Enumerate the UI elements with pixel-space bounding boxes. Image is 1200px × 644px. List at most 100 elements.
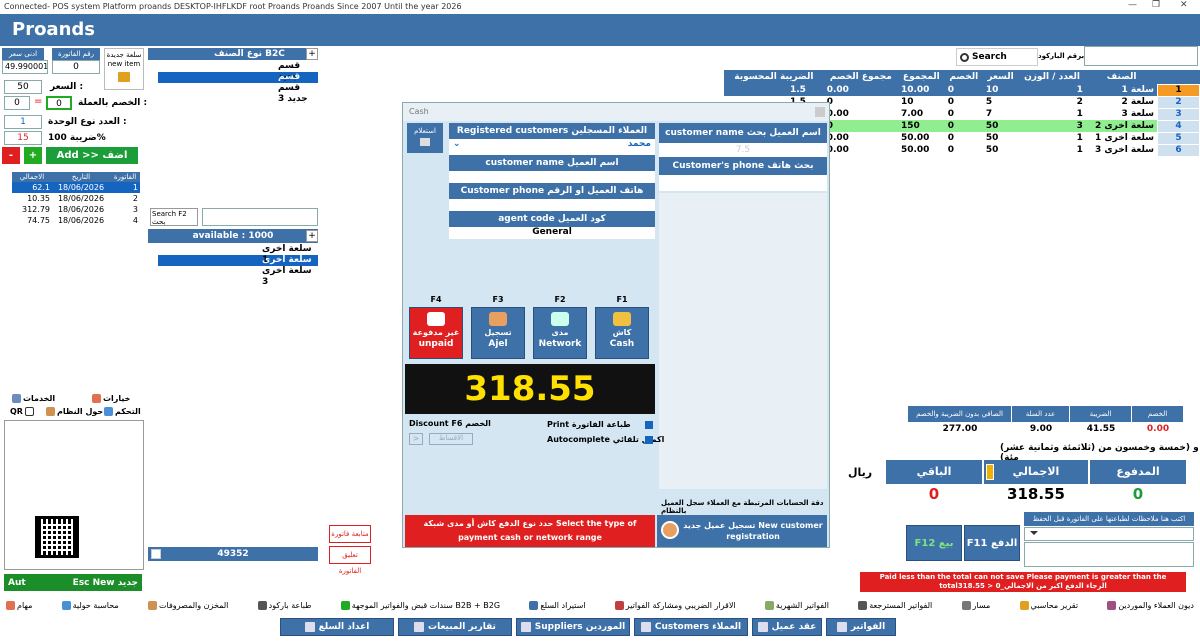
unit-count-input[interactable]: 1: [4, 115, 42, 129]
autocomplete-checkbox[interactable]: [645, 436, 653, 444]
table-row[interactable]: 62.1 18/06/2026 1: [12, 182, 140, 193]
tax-input[interactable]: 15: [4, 131, 42, 145]
payment-unpaid-button[interactable]: غير مدفوعة unpaid: [409, 307, 463, 359]
bottom-button[interactable]: تقارير المبيعات: [398, 618, 512, 636]
menu-item[interactable]: طباعة باركود: [257, 598, 312, 612]
product-item[interactable]: سلعة اخرى 3: [158, 266, 318, 287]
bottom-button[interactable]: Customers العملاء: [634, 618, 748, 636]
notes-input[interactable]: [1024, 527, 1194, 541]
customer-name-input[interactable]: [449, 171, 655, 183]
f11-pay-button[interactable]: F11 الدفع: [964, 525, 1020, 561]
tab-options[interactable]: خيارات: [92, 394, 130, 403]
chevron-down-icon: ⌄: [453, 139, 461, 149]
row-index[interactable]: 2: [1157, 95, 1200, 109]
payment-type-message: حدد نوع الدفع كاش أو مدى شبكة Select the…: [405, 515, 655, 547]
notes-select[interactable]: [1024, 542, 1194, 567]
minimize-icon[interactable]: —: [1128, 0, 1137, 10]
f12-sell-button[interactable]: F12 بيع: [906, 525, 962, 561]
menu-item[interactable]: استيراد السلع: [529, 598, 586, 612]
search-name-input[interactable]: 7.5: [659, 143, 827, 157]
table-row[interactable]: 74.75 18/06/2026 4: [12, 215, 140, 226]
menu-item[interactable]: الاقرار الضريبي ومشاركة الفواتير: [614, 598, 736, 612]
search-button[interactable]: Search: [956, 48, 1038, 66]
invoice-no-input[interactable]: 0: [52, 60, 100, 74]
row-index[interactable]: 4: [1157, 119, 1200, 133]
product-search-input[interactable]: [202, 208, 318, 226]
discount-input-b[interactable]: 0: [46, 96, 72, 110]
installments-button[interactable]: الاقساط: [429, 433, 473, 445]
payment-cash-button[interactable]: كاش Cash: [595, 307, 649, 359]
table-row[interactable]: 10.35 18/06/2026 2: [12, 193, 140, 204]
bottom-button[interactable]: عقد عميل: [752, 618, 822, 636]
print-checkbox[interactable]: [645, 421, 653, 429]
add-category-button[interactable]: +: [306, 48, 318, 60]
row-index[interactable]: 6: [1157, 143, 1200, 157]
discount-arrow-button[interactable]: >: [409, 433, 423, 445]
esc-new-button[interactable]: Esc New جديد: [73, 578, 138, 588]
cell-name: سلعة 3: [1121, 109, 1154, 119]
product-item[interactable]: سلعة اخرى 2: [158, 255, 318, 276]
customer-selected: محمد: [627, 139, 651, 149]
new-customer-button[interactable]: تسجيل عميل جديد New customer registratio…: [657, 515, 827, 547]
category-item[interactable]: قسم جديد 2: [158, 72, 318, 93]
add-button[interactable]: Add >> اضف: [46, 147, 138, 164]
menu-item[interactable]: محاسبة حولية: [61, 598, 119, 612]
cell-qty: 1: [1076, 145, 1083, 155]
maximize-icon[interactable]: ❐: [1152, 0, 1160, 10]
row-index[interactable]: 5: [1157, 131, 1200, 145]
menu-item[interactable]: الفواتير المسترجعة: [858, 598, 932, 612]
customer-select[interactable]: ⌄ محمد: [449, 139, 655, 155]
menu-item[interactable]: الفواتير الشهرية: [764, 598, 829, 612]
bottom-button[interactable]: الفواتير: [826, 618, 896, 636]
summary-box: الخصم 0.00 الضريبة 41.55 عدد السلة 9.00 الصافي…: [908, 406, 1184, 438]
category-item[interactable]: قسم جديد 3: [158, 83, 318, 104]
inquiry-label: استعلام: [414, 127, 436, 135]
bottom-button[interactable]: اعداد السلع: [280, 618, 394, 636]
menu-item[interactable]: تقرير محاسبي: [1019, 598, 1078, 612]
menu-item[interactable]: سندات قبض والفواتير الموجهة B2B + B2G: [340, 598, 500, 612]
menu-item[interactable]: المخزن والمصروفات: [147, 598, 228, 612]
esc-new-bar[interactable]: Aut Esc New جديد: [4, 574, 142, 591]
column-header: العدد / الوزن: [1018, 70, 1086, 84]
new-item-button[interactable]: سلعة جديدة new item: [104, 48, 144, 90]
total-label: الاجمالي: [984, 460, 1088, 484]
category-item[interactable]: قسم جديد: [158, 61, 318, 82]
payment-ajel-button[interactable]: تسجيل Ajel: [471, 307, 525, 359]
barcode-search-input[interactable]: [1084, 46, 1198, 66]
menu-item[interactable]: مهام: [6, 598, 32, 612]
table-row[interactable]: 312.79 18/06/2026 3: [12, 204, 140, 215]
menu-icon: [257, 600, 267, 610]
tab-about[interactable]: حول النظام: [46, 407, 103, 416]
cell-price: 50: [985, 133, 999, 143]
menu-item[interactable]: مسار: [961, 598, 990, 612]
add-product-button[interactable]: +: [306, 230, 318, 242]
invoice-follow-button[interactable]: متابعة فاتورة: [329, 525, 371, 543]
close-icon[interactable]: ✕: [1180, 0, 1188, 10]
tab-qr[interactable]: QR: [10, 407, 34, 416]
cell-total_disc: 0.00: [826, 133, 849, 143]
menu-item-label: الفواتير المسترجعة: [869, 600, 933, 610]
column-header: السعر: [982, 70, 1019, 84]
tab-control[interactable]: التحكم: [104, 407, 141, 416]
tab-qr-label: QR: [10, 407, 23, 416]
min-price-input[interactable]: 49.99000167: [2, 60, 48, 74]
dialog-close-icon[interactable]: [815, 107, 825, 117]
product-item[interactable]: سلعة اخرى 1: [158, 244, 318, 265]
plus-button[interactable]: +: [24, 147, 42, 164]
price-input[interactable]: 50: [4, 80, 42, 94]
payment-network-button[interactable]: مدى Network: [533, 307, 587, 359]
menu-icon: [961, 600, 971, 610]
bottom-button[interactable]: Suppliers الموردين: [516, 618, 630, 636]
inquiry-button[interactable]: استعلام: [407, 123, 443, 153]
minus-button[interactable]: -: [2, 147, 20, 164]
row-index[interactable]: 1: [1157, 83, 1200, 97]
menu-item[interactable]: ديون العملاء والموردين: [1107, 598, 1194, 612]
row-index[interactable]: 3: [1157, 107, 1200, 121]
invoice-date: 18/06/2026: [57, 194, 105, 203]
discount-input-a[interactable]: 0: [4, 96, 30, 110]
table-row[interactable]: 1.5 0.00 10.00 0 10 1 سلعة 11: [724, 83, 1200, 97]
tab-services[interactable]: الخدمات: [12, 394, 55, 403]
search-phone-input[interactable]: [659, 175, 827, 191]
menu-item-label: مهام: [17, 600, 33, 610]
invoice-suspend-button[interactable]: تعليق الفاتورة: [329, 546, 371, 575]
